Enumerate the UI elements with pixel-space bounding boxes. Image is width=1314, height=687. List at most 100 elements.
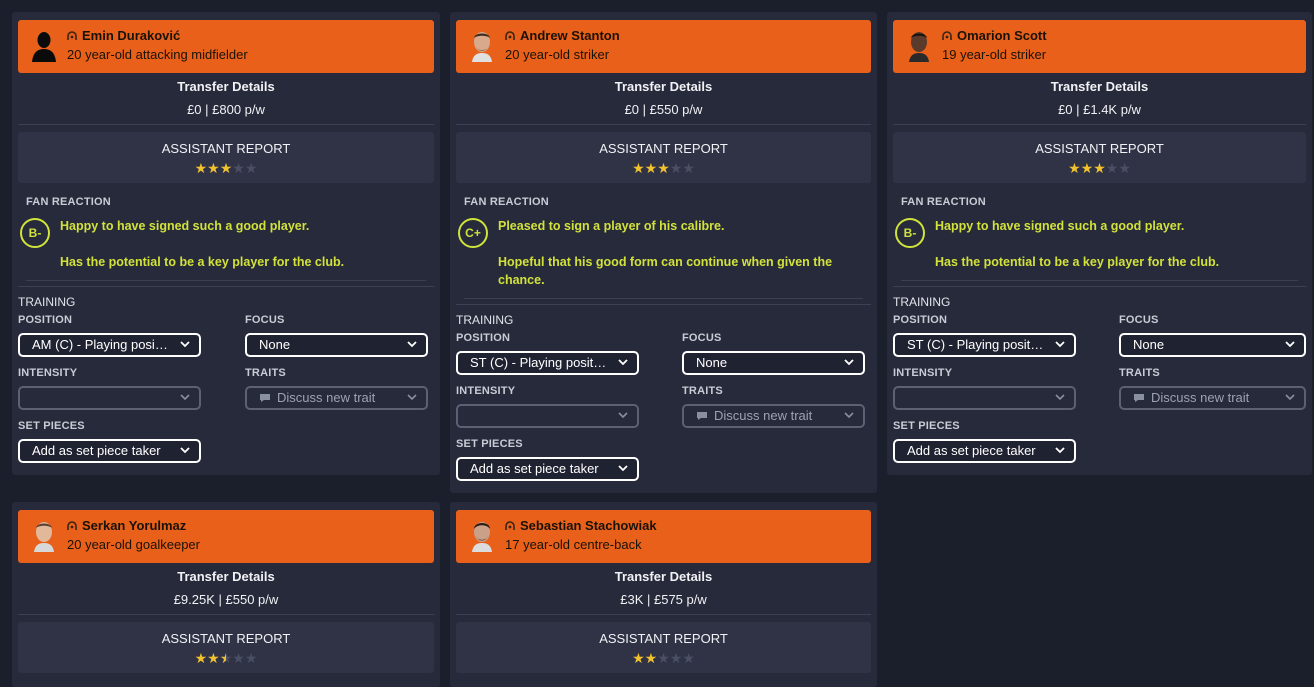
assistant-report-box[interactable]: ASSISTANT REPORT ★★★★★ — [18, 622, 434, 673]
position-value: ST (C) - Playing position — [907, 337, 1048, 352]
focus-dropdown[interactable]: None — [682, 351, 865, 375]
focus-dropdown[interactable]: None — [1119, 333, 1306, 357]
focus-label: FOCUS — [245, 314, 285, 326]
transfer-details-value: £3K | £575 p/w — [620, 592, 707, 607]
rating-stars: ★★★★★ — [18, 650, 434, 667]
chevron-down-icon — [180, 447, 190, 454]
focus-dropdown[interactable]: None — [245, 333, 428, 357]
star-icon: ★ — [194, 160, 208, 176]
player-name[interactable]: Serkan Yorulmaz — [82, 518, 186, 533]
star-icon: ★ — [657, 160, 670, 176]
fan-grade-badge: B- — [895, 218, 925, 248]
player-name[interactable]: Omarion Scott — [957, 28, 1047, 43]
position-label: POSITION — [456, 332, 511, 344]
traits-dropdown[interactable]: Discuss new trait — [682, 404, 865, 428]
speech-bubble-icon — [260, 394, 270, 402]
intensity-dropdown[interactable] — [18, 386, 201, 410]
traits-value: Discuss new trait — [1151, 390, 1250, 405]
player-header[interactable]: Serkan Yorulmaz 20 year-old goalkeeper — [18, 510, 434, 563]
player-header[interactable]: Andrew Stanton 20 year-old striker — [456, 20, 871, 73]
set-pieces-value: Add as set piece taker — [907, 443, 1036, 458]
player-name[interactable]: Emin Duraković — [82, 28, 180, 43]
player-card: Sebastian Stachowiak 17 year-old centre-… — [450, 502, 877, 687]
position-dropdown[interactable]: AM (C) - Playing position — [18, 333, 201, 357]
chevron-down-icon — [1285, 341, 1295, 348]
star-icon: ★ — [669, 160, 683, 176]
traits-label: TRAITS — [1119, 367, 1160, 379]
player-name[interactable]: Andrew Stanton — [520, 28, 620, 43]
position-dropdown[interactable]: ST (C) - Playing position — [456, 351, 639, 375]
set-pieces-value: Add as set piece taker — [470, 461, 599, 476]
assistant-report-title: ASSISTANT REPORT — [599, 631, 728, 646]
traits-dropdown[interactable]: Discuss new trait — [245, 386, 428, 410]
assistant-report-title: ASSISTANT REPORT — [161, 631, 291, 646]
chevron-down-icon — [844, 412, 854, 419]
rating-stars: ★★★★★ — [893, 160, 1306, 177]
assistant-report-box[interactable]: ASSISTANT REPORT ★★★★★ — [456, 622, 871, 673]
set-pieces-dropdown[interactable]: Add as set piece taker — [893, 439, 1076, 463]
transfer-details-title: Transfer Details — [1050, 79, 1149, 94]
position-value: AM (C) - Playing position — [32, 337, 176, 352]
fan-reaction-label: FAN REACTION — [26, 196, 111, 208]
divider — [893, 124, 1306, 125]
assistant-report-box[interactable]: ASSISTANT REPORT ★★★★★ — [18, 132, 434, 183]
divider — [18, 124, 434, 125]
chevron-down-icon — [1285, 394, 1295, 401]
transfer-details-value: £0 | £800 p/w — [187, 102, 265, 117]
speech-bubble-icon — [697, 412, 707, 420]
transfer-details-value: £9.25K | £550 p/w — [173, 592, 279, 607]
set-pieces-dropdown[interactable]: Add as set piece taker — [456, 457, 639, 481]
set-pieces-label: SET PIECES — [18, 420, 85, 432]
focus-value: None — [696, 355, 728, 370]
player-name[interactable]: Sebastian Stachowiak — [520, 518, 657, 533]
star-icon: ★ — [682, 160, 695, 176]
player-silhouette-icon — [32, 32, 56, 62]
divider — [456, 614, 871, 615]
transfer-details-title: Transfer Details — [177, 79, 275, 94]
transfer-details-value: £0 | £1.4K p/w — [1058, 102, 1141, 117]
player-description: 19 year-old striker — [942, 47, 1047, 62]
position-label: POSITION — [18, 314, 73, 326]
assistant-report-box[interactable]: ASSISTANT REPORT ★★★★★ — [456, 132, 871, 183]
star-icon: ★ — [669, 650, 683, 666]
position-dropdown[interactable]: ST (C) - Playing position — [893, 333, 1076, 357]
focus-label: FOCUS — [682, 332, 722, 344]
chevron-down-icon — [1055, 341, 1065, 348]
star-icon: ★ — [644, 650, 658, 666]
transfer-details-title: Transfer Details — [614, 569, 713, 584]
chevron-down-icon — [180, 394, 190, 401]
set-pieces-dropdown[interactable]: Add as set piece taker — [18, 439, 201, 463]
transfer-details-title: Transfer Details — [614, 79, 713, 94]
traits-value: Discuss new trait — [277, 390, 376, 405]
divider — [464, 298, 863, 299]
transfer-details-title: Transfer Details — [177, 569, 275, 584]
star-icon: ★ — [232, 650, 245, 666]
star-icon: ★ — [194, 650, 208, 666]
divider — [26, 280, 426, 281]
assistant-report-box[interactable]: ASSISTANT REPORT ★★★★★ — [893, 132, 1306, 183]
traits-dropdown[interactable]: Discuss new trait — [1119, 386, 1306, 410]
set-pieces-label: SET PIECES — [456, 438, 523, 450]
player-header[interactable]: Omarion Scott 19 year-old striker — [893, 20, 1306, 73]
intensity-label: INTENSITY — [456, 385, 516, 397]
speech-bubble-icon — [1134, 394, 1144, 402]
player-description: 20 year-old goalkeeper — [67, 537, 200, 552]
intensity-dropdown[interactable] — [893, 386, 1076, 410]
star-icon: ★ — [1093, 160, 1106, 176]
player-description: 20 year-old striker — [505, 47, 610, 62]
fan-reaction-line: Has the potential to be a key player for… — [935, 255, 1220, 269]
player-header[interactable]: Emin Duraković 20 year-old attacking mid… — [18, 20, 434, 73]
fan-reaction-line: Has the potential to be a key player for… — [60, 255, 345, 269]
chevron-down-icon — [407, 341, 417, 348]
player-description: 17 year-old centre-back — [505, 537, 642, 552]
player-face-icon — [472, 32, 492, 62]
relationship-icon — [505, 30, 515, 40]
star-icon: ★ — [207, 650, 220, 666]
star-icon: ★ — [1068, 160, 1081, 176]
player-face-icon — [34, 522, 54, 552]
player-header[interactable]: Sebastian Stachowiak 17 year-old centre-… — [456, 510, 871, 563]
star-icon: ★ — [219, 650, 233, 666]
focus-value: None — [1133, 337, 1165, 352]
intensity-dropdown[interactable] — [456, 404, 639, 428]
divider — [18, 614, 434, 615]
